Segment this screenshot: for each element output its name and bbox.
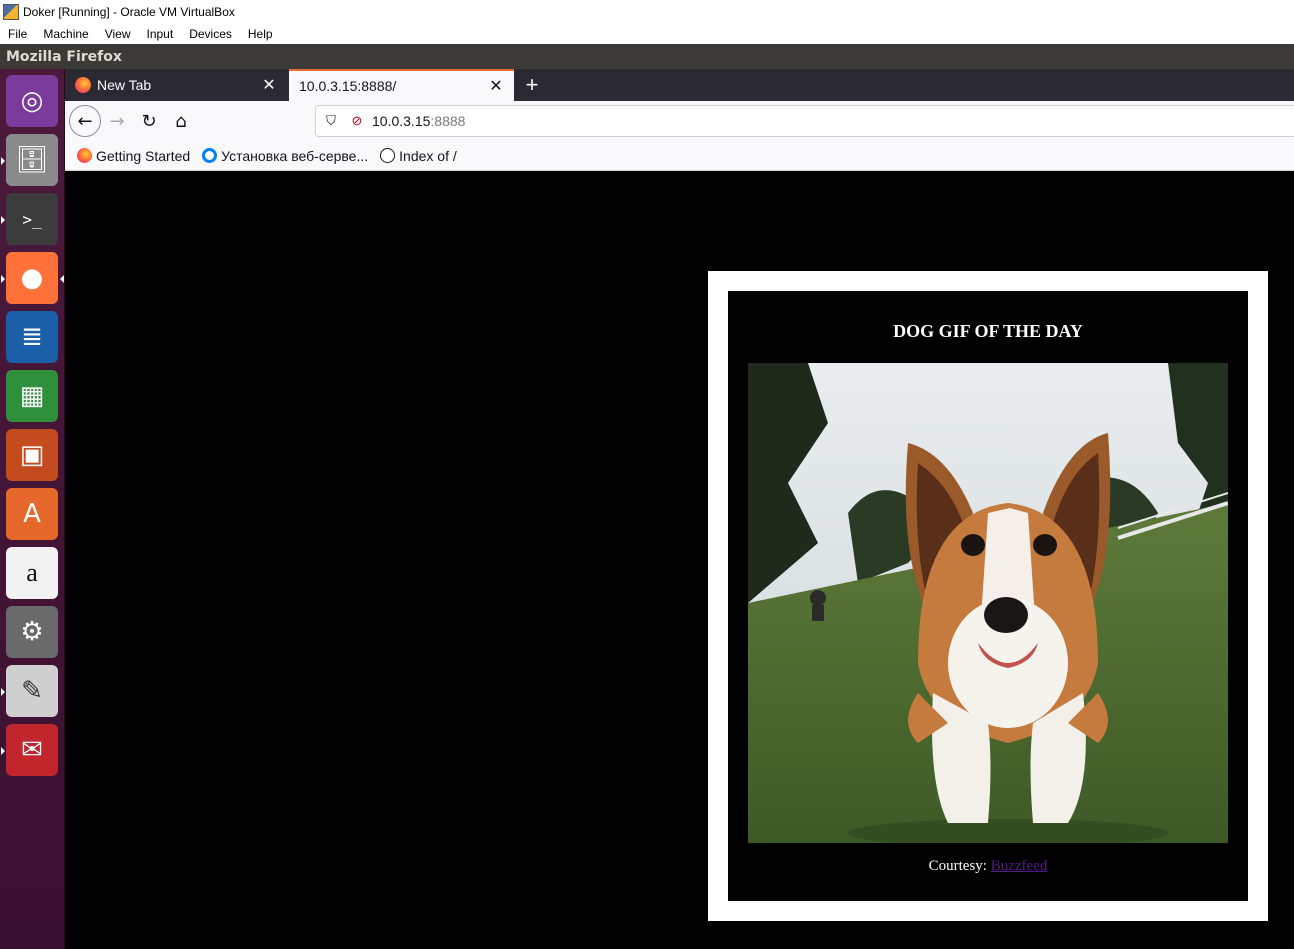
bookmark-label: Index of / bbox=[399, 147, 457, 164]
menu-devices[interactable]: Devices bbox=[181, 27, 240, 41]
caption-prefix: Courtesy: bbox=[928, 858, 991, 874]
url-host: 10.0.3.15 bbox=[372, 113, 431, 129]
focused-indicator bbox=[60, 275, 64, 283]
new-tab-button[interactable]: + bbox=[517, 69, 547, 101]
launcher-dash[interactable]: ◎ bbox=[6, 75, 58, 127]
launcher-document-viewer[interactable]: ✉ bbox=[1, 724, 58, 776]
url-bar[interactable]: ⛉ ⊘ 10.0.3.15:8888 bbox=[315, 105, 1294, 137]
running-indicator bbox=[1, 216, 5, 224]
page-content: DOG GIF OF THE DAY Courtesy: Buzzfeed bbox=[65, 171, 1294, 949]
launcher-terminal[interactable]: >_ bbox=[1, 193, 58, 245]
tab-label: New Tab bbox=[97, 77, 152, 93]
home-button[interactable]: ⌂ bbox=[165, 105, 197, 137]
tab-strip: New Tab ✕ 10.0.3.15:8888/ ✕ + bbox=[65, 69, 1294, 101]
back-button[interactable]: ← bbox=[69, 105, 101, 137]
insecure-lock-icon[interactable]: ⊘ bbox=[346, 113, 368, 129]
shield-icon[interactable]: ⛉ bbox=[320, 113, 342, 129]
home-icon: ⌂ bbox=[175, 110, 187, 132]
tab-new-tab[interactable]: New Tab ✕ bbox=[65, 69, 287, 101]
bookmark-label: Getting Started bbox=[96, 147, 191, 164]
url-port: :8888 bbox=[430, 113, 466, 129]
menu-view[interactable]: View bbox=[97, 27, 139, 41]
buzzfeed-link[interactable]: Buzzfeed bbox=[991, 858, 1048, 874]
running-indicator bbox=[1, 747, 5, 755]
launcher-text-editor[interactable]: ✎ bbox=[1, 665, 58, 717]
firefox-icon bbox=[77, 148, 92, 163]
calc-icon: ▦ bbox=[19, 381, 45, 411]
running-indicator bbox=[1, 157, 5, 165]
page-heading: DOG GIF OF THE DAY bbox=[893, 321, 1083, 341]
ubuntu-top-panel: Mozilla Firefox bbox=[0, 44, 1294, 69]
ubuntu-dash-icon: ◎ bbox=[20, 86, 44, 116]
files-icon: 🗄 bbox=[15, 145, 49, 175]
navigation-toolbar: ← → ↻ ⌂ ⛉ ⊘ 10.0.3.15:8888 bbox=[65, 101, 1294, 141]
url-text[interactable]: 10.0.3.15:8888 bbox=[372, 113, 465, 129]
virtualbox-icon bbox=[3, 3, 19, 20]
launcher-writer[interactable]: ≣ bbox=[6, 311, 58, 363]
arrow-right-icon: → bbox=[109, 110, 125, 132]
launcher-files[interactable]: 🗄 bbox=[1, 134, 58, 186]
arrow-left-icon: ← bbox=[77, 110, 93, 132]
amazon-icon: a bbox=[26, 558, 38, 587]
menu-input[interactable]: Input bbox=[139, 27, 182, 41]
tab-label: 10.0.3.15:8888/ bbox=[299, 78, 397, 94]
menu-machine[interactable]: Machine bbox=[35, 27, 96, 41]
firefox-favicon-icon bbox=[75, 77, 91, 93]
virtualbox-titlebar: Doker [Running] - Oracle VM VirtualBox bbox=[0, 0, 1294, 23]
bookmarks-toolbar: Getting Started Установка веб-серве... I… bbox=[65, 141, 1294, 171]
dog-illustration bbox=[748, 363, 1228, 843]
launcher-impress[interactable]: ▣ bbox=[6, 429, 58, 481]
reload-button[interactable]: ↻ bbox=[133, 105, 165, 137]
software-center-icon: A bbox=[23, 499, 41, 529]
plus-icon: + bbox=[525, 72, 539, 97]
running-indicator bbox=[1, 275, 5, 283]
launcher-firefox[interactable]: ● bbox=[1, 252, 64, 304]
system-settings-icon: ⚙ bbox=[20, 617, 44, 647]
writer-icon: ≣ bbox=[21, 322, 43, 352]
bookmark-web-server-setup[interactable]: Установка веб-серве... bbox=[202, 148, 368, 164]
menu-file[interactable]: File bbox=[0, 27, 35, 41]
firefox-icon: ● bbox=[20, 263, 44, 293]
gif-card: DOG GIF OF THE DAY Courtesy: Buzzfeed bbox=[708, 271, 1268, 921]
forward-button[interactable]: → bbox=[101, 105, 133, 137]
menu-help[interactable]: Help bbox=[240, 27, 281, 41]
terminal-icon: >_ bbox=[22, 209, 42, 229]
bookmark-getting-started[interactable]: Getting Started bbox=[77, 148, 190, 164]
close-icon[interactable]: ✕ bbox=[257, 75, 281, 95]
impress-icon: ▣ bbox=[19, 440, 45, 470]
ubuntu-launcher: ◎ 🗄 >_ ● ≣ ▦ ▣ A a ⚙ ✎ ✉ bbox=[0, 69, 65, 949]
gif-caption: Courtesy: Buzzfeed bbox=[728, 858, 1248, 875]
bookmark-label: Установка веб-серве... bbox=[221, 147, 369, 164]
active-app-title: Mozilla Firefox bbox=[6, 48, 122, 65]
close-icon[interactable]: ✕ bbox=[484, 76, 508, 96]
document-viewer-icon: ✉ bbox=[21, 735, 43, 765]
launcher-calc[interactable]: ▦ bbox=[6, 370, 58, 422]
reload-icon: ↻ bbox=[141, 110, 157, 132]
launcher-amazon[interactable]: a bbox=[6, 547, 58, 599]
text-editor-icon: ✎ bbox=[21, 676, 43, 706]
virtualbox-menubar: File Machine View Input Devices Help bbox=[0, 23, 1294, 44]
gif-card-inner: DOG GIF OF THE DAY Courtesy: Buzzfeed bbox=[728, 291, 1248, 901]
globe-icon bbox=[380, 148, 396, 163]
launcher-system-settings[interactable]: ⚙ bbox=[6, 606, 58, 658]
dog-gif-image bbox=[748, 363, 1228, 843]
running-indicator bbox=[1, 688, 5, 696]
window-title: Doker [Running] - Oracle VM VirtualBox bbox=[23, 4, 235, 19]
bookmark-index-of[interactable]: Index of / bbox=[380, 148, 457, 164]
digitalocean-icon bbox=[202, 148, 218, 163]
launcher-software-center[interactable]: A bbox=[6, 488, 58, 540]
tab-current-page[interactable]: 10.0.3.15:8888/ ✕ bbox=[289, 69, 514, 101]
